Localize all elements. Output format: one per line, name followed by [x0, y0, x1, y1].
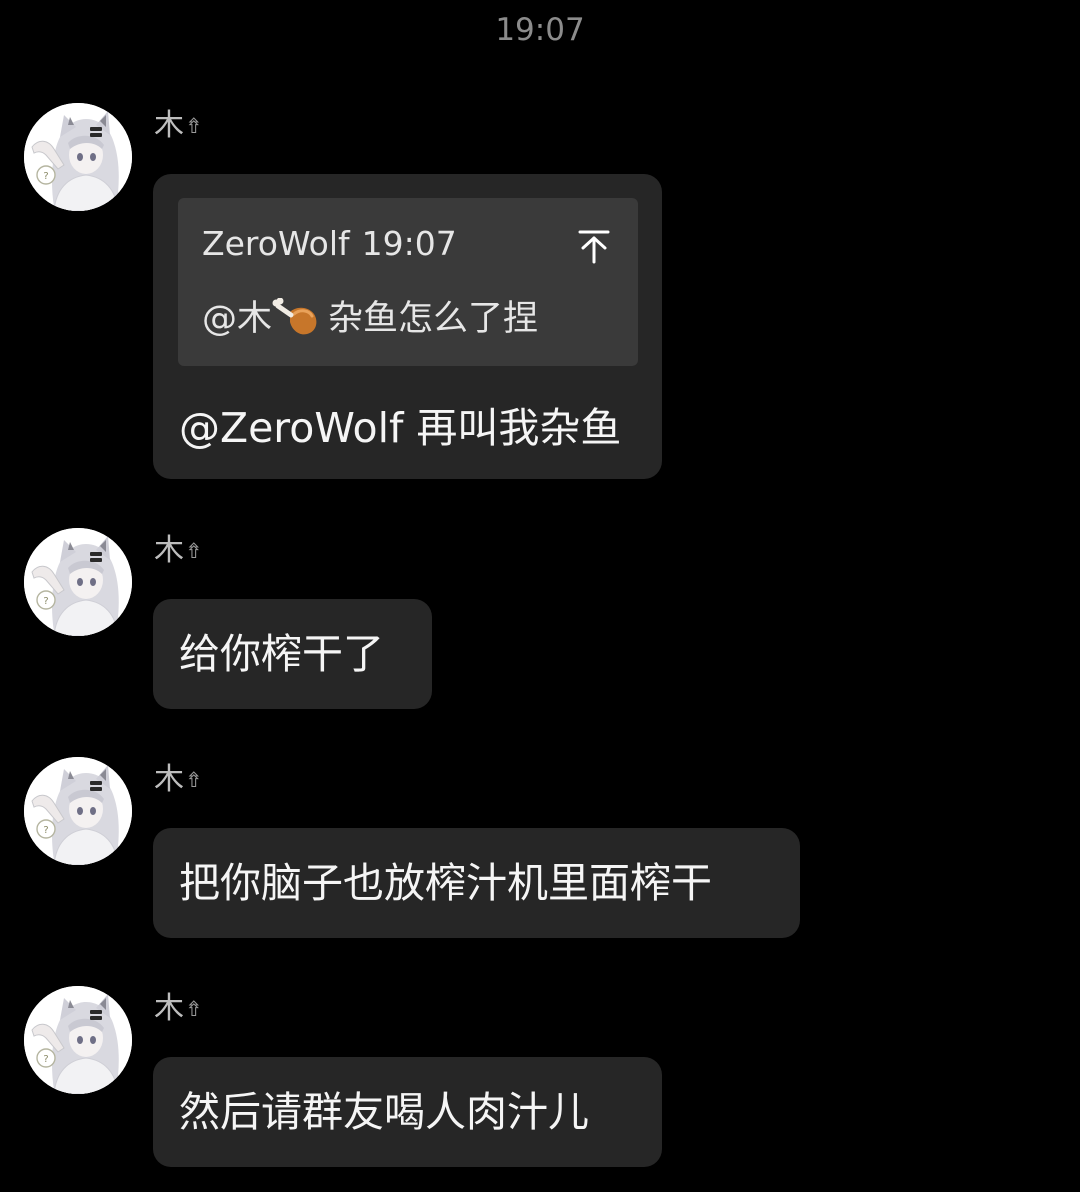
sender-name-text: 木	[154, 533, 184, 568]
quoted-reply-header: ZeroWolf 19:07	[202, 222, 457, 266]
message-bubble[interactable]: 把你脑子也放榨汁机里面榨干	[153, 828, 800, 938]
sender-name-text: 木	[154, 991, 184, 1026]
avatar-image	[24, 103, 132, 211]
sender-avatar[interactable]	[24, 528, 132, 636]
sender-badge-icon: ⇮	[185, 997, 203, 1021]
chat-time-divider: 19:07	[495, 12, 585, 48]
sender-avatar[interactable]	[24, 757, 132, 865]
sender-name[interactable]: 木⇮	[154, 989, 203, 1029]
sender-badge-icon: ⇮	[185, 539, 203, 563]
quoted-message-body: 杂鱼怎么了捏	[328, 299, 539, 339]
sender-name[interactable]: 木⇮	[154, 760, 203, 800]
message-text: 给你榨干了	[179, 630, 384, 678]
avatar-image	[24, 986, 132, 1094]
sender-badge-icon: ⇮	[185, 114, 203, 138]
message-bubble[interactable]: 给你榨干了	[153, 599, 432, 709]
quoted-mention: @木	[202, 299, 273, 339]
message-text: @ZeroWolf 再叫我杂鱼	[179, 404, 622, 452]
message-text: 然后请群友喝人肉汁儿	[179, 1088, 589, 1136]
avatar-image	[24, 757, 132, 865]
sender-name-text: 木	[154, 108, 184, 143]
avatar-image	[24, 528, 132, 636]
sender-avatar[interactable]	[24, 986, 132, 1094]
sender-name[interactable]: 木⇮	[154, 531, 203, 571]
sender-name-text: 木	[154, 762, 184, 797]
jump-to-message-icon[interactable]	[574, 226, 614, 266]
quoted-reply[interactable]: ZeroWolf 19:07 @木 杂鱼怎么了捏	[178, 198, 638, 366]
sender-name[interactable]: 木⇮	[154, 106, 203, 146]
quoted-message-text: @木 杂鱼怎么了捏	[202, 296, 538, 342]
message-bubble[interactable]: 然后请群友喝人肉汁儿	[153, 1057, 662, 1167]
quoted-author: ZeroWolf	[202, 224, 350, 263]
drumstick-icon	[272, 298, 317, 335]
sender-avatar[interactable]	[24, 103, 132, 211]
message-bubble[interactable]: ZeroWolf 19:07 @木 杂鱼怎么了捏 @ZeroWolf 再叫我杂鱼	[153, 174, 662, 479]
sender-badge-icon: ⇮	[185, 768, 203, 792]
message-text: 把你脑子也放榨汁机里面榨干	[179, 859, 712, 907]
quoted-time: 19:07	[361, 224, 457, 263]
